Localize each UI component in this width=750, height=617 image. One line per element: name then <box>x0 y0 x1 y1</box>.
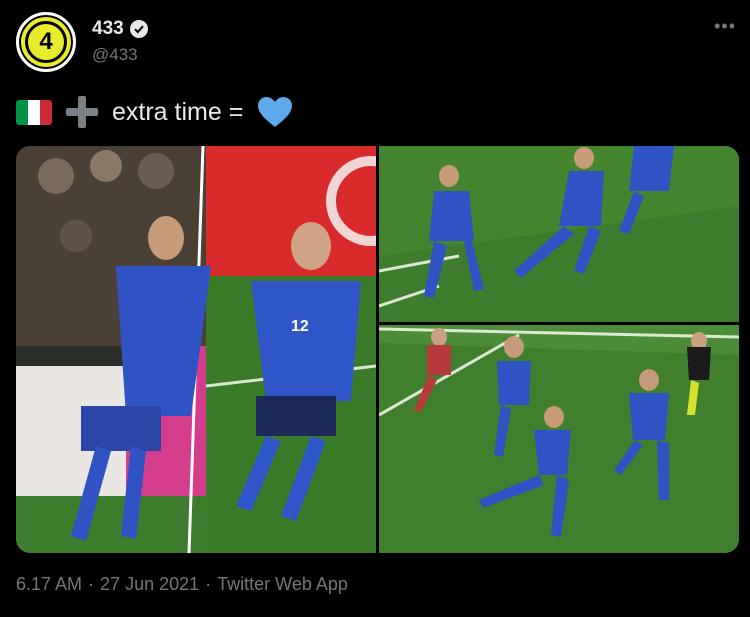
plus-icon <box>66 96 98 128</box>
avatar-logo: 4 <box>25 21 67 63</box>
tweet-header: 4 433 @433 ••• <box>16 12 736 76</box>
user-handle[interactable]: @433 <box>92 45 138 65</box>
tweet-body: extra time = <box>16 94 293 130</box>
photo-players-running[interactable] <box>379 146 739 322</box>
name-row: 433 <box>92 18 148 40</box>
verified-badge-icon <box>129 20 148 38</box>
separator-2: · <box>205 574 212 594</box>
tweet-time[interactable]: 6.17 AM <box>16 574 82 595</box>
photo-players-celebrating[interactable]: 12 <box>16 146 376 553</box>
media-grid[interactable]: 12 <box>16 146 739 553</box>
display-name[interactable]: 433 <box>92 18 124 40</box>
svg-text:12: 12 <box>291 318 309 335</box>
tweet-client: Twitter Web App <box>217 574 348 594</box>
italy-flag-icon <box>16 99 52 125</box>
tweet-timestamp[interactable]: 6.17 AM · 27 Jun 2021 · Twitter Web App <box>16 574 348 595</box>
blue-heart-icon <box>257 96 293 128</box>
tweet-date[interactable]: 27 Jun 2021 <box>100 574 199 595</box>
separator-1: · <box>88 574 95 594</box>
tweet-text: extra time = <box>112 97 244 126</box>
more-options-icon[interactable]: ••• <box>714 16 736 37</box>
avatar[interactable]: 4 <box>16 12 76 72</box>
photo-team-celebration[interactable] <box>379 325 739 553</box>
